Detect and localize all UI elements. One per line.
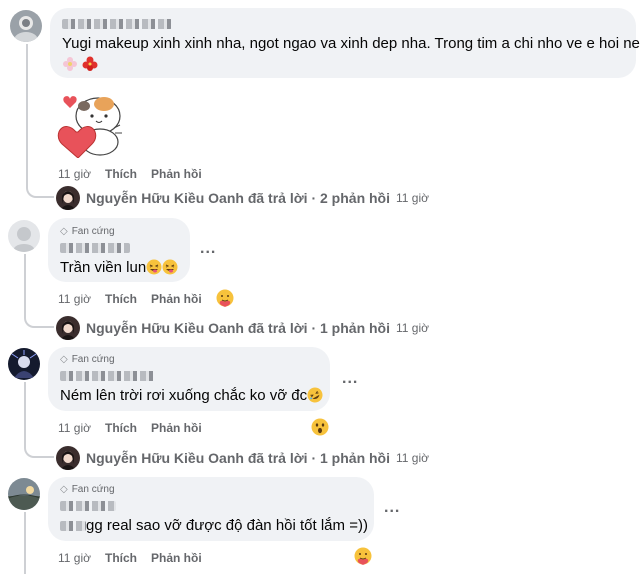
badge-label: Fan cứng bbox=[71, 354, 115, 365]
flower-icon bbox=[63, 57, 77, 71]
comment-actions: 11 giờ Thích Phản hồi bbox=[58, 551, 202, 565]
reply-avatar bbox=[56, 186, 80, 210]
like-button[interactable]: Thích bbox=[105, 167, 137, 181]
reply-connector-2 bbox=[24, 300, 54, 328]
reply-avatar bbox=[56, 446, 80, 470]
comment-bubble: ◇ Fan cứng Trần viền lun bbox=[48, 218, 190, 282]
comment-time[interactable]: 11 giờ bbox=[58, 551, 91, 565]
comment-actions: 11 giờ Thích Phản hồi bbox=[58, 292, 202, 306]
reply-connector-3 bbox=[24, 430, 54, 458]
cat-heart-sticker bbox=[54, 88, 126, 159]
badge-label: Fan cứng bbox=[71, 484, 115, 495]
reply-button[interactable]: Phản hồi bbox=[151, 551, 202, 565]
replies-summary-text[interactable]: Nguyễn Hữu Kiều Oanh đã trả lời · 1 phản… bbox=[86, 450, 390, 466]
comment-time[interactable]: 11 giờ bbox=[58, 421, 91, 435]
avatar[interactable] bbox=[8, 478, 40, 510]
more-options-button[interactable]: ... bbox=[384, 499, 400, 517]
replies-time: 11 giờ bbox=[396, 451, 430, 465]
laughing-tongue-icon bbox=[146, 259, 162, 275]
fan-badge: ◇ Fan cứng bbox=[60, 354, 318, 365]
replies-summary[interactable]: Nguyễn Hữu Kiều Oanh đã trả lời · 1 phản… bbox=[56, 446, 429, 470]
reply-button[interactable]: Phản hồi bbox=[151, 292, 202, 306]
hibiscus-icon bbox=[82, 56, 98, 71]
comment-text: Ném lên trời rơi xuống chắc ko vỡ đc bbox=[60, 386, 323, 406]
more-options-button[interactable]: ... bbox=[200, 240, 216, 258]
comment-bubble: ◇ Fan cứng gg real sao vỡ được độ đàn hồ… bbox=[48, 477, 374, 541]
diamond-badge-icon: ◇ bbox=[60, 484, 68, 495]
comment-author[interactable] bbox=[60, 240, 178, 254]
replies-time: 11 giờ bbox=[396, 191, 430, 205]
comment-author[interactable] bbox=[62, 16, 624, 30]
replies-summary-text[interactable]: Nguyễn Hữu Kiều Oanh đã trả lời · 2 phản… bbox=[86, 190, 390, 206]
comment-text: gg real sao vỡ được độ đàn hồi tốt lắm =… bbox=[60, 516, 368, 536]
fan-badge: ◇ Fan cứng bbox=[60, 226, 178, 237]
comment-bubble: ◇ Fan cứng Ném lên trời rơi xuống chắc k… bbox=[48, 347, 330, 411]
diamond-badge-icon: ◇ bbox=[60, 226, 68, 237]
rofl-icon bbox=[307, 387, 323, 403]
like-button[interactable]: Thích bbox=[105, 551, 137, 565]
comment-actions: 11 giờ Thích Phản hồi bbox=[58, 167, 202, 181]
like-button[interactable]: Thích bbox=[105, 421, 137, 435]
fan-badge: ◇ Fan cứng bbox=[60, 484, 362, 495]
comment-time[interactable]: 11 giờ bbox=[58, 167, 91, 181]
comment-author[interactable] bbox=[60, 368, 318, 382]
emoji-row bbox=[62, 56, 624, 77]
thread-line-1 bbox=[26, 44, 28, 186]
like-button[interactable]: Thích bbox=[105, 292, 137, 306]
reply-button[interactable]: Phản hồi bbox=[151, 167, 202, 181]
comment-author[interactable] bbox=[60, 498, 362, 512]
care-reaction-icon[interactable] bbox=[354, 547, 372, 565]
wow-reaction-icon[interactable] bbox=[311, 418, 329, 436]
comment-bubble: Yugi makeup xinh xinh nha, ngot ngao va … bbox=[50, 8, 640, 78]
care-reaction-icon[interactable] bbox=[216, 289, 234, 307]
reply-button[interactable]: Phản hồi bbox=[151, 421, 202, 435]
replies-summary-text[interactable]: Nguyễn Hữu Kiều Oanh đã trả lời · 1 phản… bbox=[86, 320, 390, 336]
comment-actions: 11 giờ Thích Phản hồi bbox=[58, 421, 202, 435]
replies-time: 11 giờ bbox=[396, 321, 430, 335]
replies-summary[interactable]: Nguyễn Hữu Kiều Oanh đã trả lời · 2 phản… bbox=[56, 186, 429, 210]
avatar[interactable] bbox=[8, 348, 40, 380]
comment-time[interactable]: 11 giờ bbox=[58, 292, 91, 306]
reply-connector-1 bbox=[26, 170, 54, 198]
thread-line-4 bbox=[24, 512, 26, 574]
replies-summary[interactable]: Nguyễn Hữu Kiều Oanh đã trả lời · 1 phản… bbox=[56, 316, 429, 340]
avatar[interactable] bbox=[8, 220, 40, 252]
comment-text: Trần viền lun bbox=[60, 258, 178, 278]
reply-avatar bbox=[56, 316, 80, 340]
more-options-button[interactable]: ... bbox=[342, 370, 358, 388]
comment-text: Yugi makeup xinh xinh nha, ngot ngao va … bbox=[62, 35, 640, 52]
avatar[interactable] bbox=[10, 10, 42, 42]
diamond-badge-icon: ◇ bbox=[60, 354, 68, 365]
badge-label: Fan cứng bbox=[71, 226, 115, 237]
laughing-tongue-icon bbox=[162, 259, 178, 275]
